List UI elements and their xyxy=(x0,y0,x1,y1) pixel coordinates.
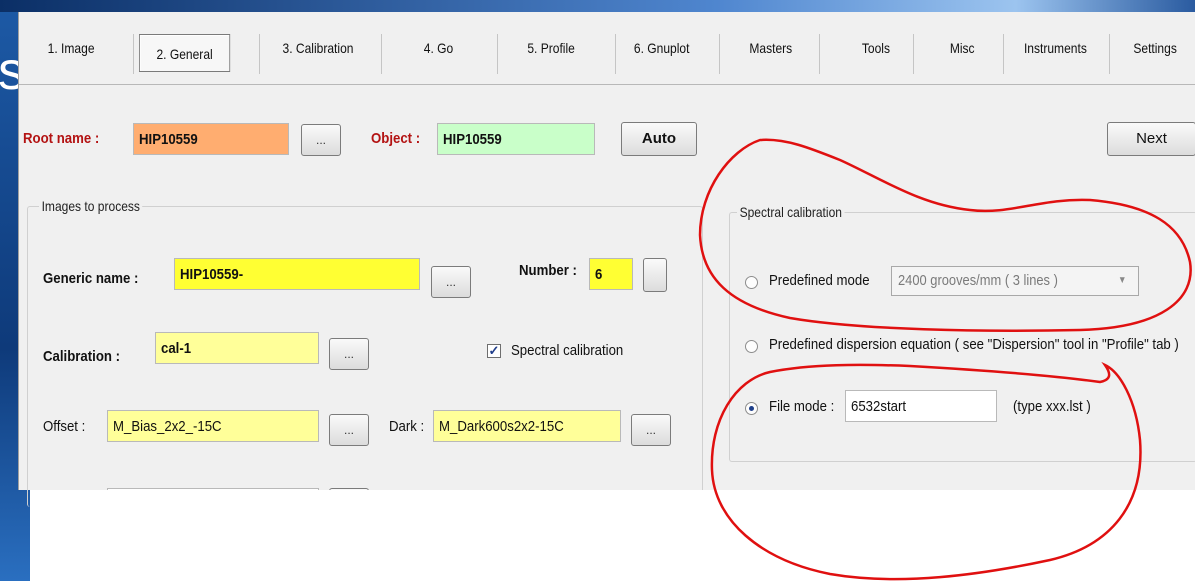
slide-white-area xyxy=(30,490,1195,581)
file-mode-hint: (type xxx.lst ) xyxy=(1013,398,1091,415)
tab-bar-divider xyxy=(19,84,1195,85)
root-name-label: Root name : xyxy=(23,130,100,147)
predefined-dispersion-radio[interactable] xyxy=(745,340,758,353)
offset-browse-button[interactable]: ... xyxy=(329,414,369,446)
tab-instruments[interactable]: Instruments xyxy=(1021,32,1090,64)
file-mode-radio[interactable] xyxy=(745,402,758,415)
root-name-browse-button[interactable]: ... xyxy=(301,124,341,156)
calibration-field[interactable]: cal-1 xyxy=(155,332,319,364)
calibration-browse-button[interactable]: ... xyxy=(329,338,369,370)
window-top-strip xyxy=(0,0,1195,12)
tab-settings[interactable]: Settings xyxy=(1125,32,1185,64)
number-field[interactable]: 6 xyxy=(589,258,633,290)
tab-separator xyxy=(719,34,720,74)
tab-separator xyxy=(819,34,820,74)
file-mode-label: File mode : xyxy=(769,398,835,415)
predefined-mode-radio[interactable] xyxy=(745,276,758,289)
tab-image[interactable]: 1. Image xyxy=(41,32,101,64)
tab-masters[interactable]: Masters xyxy=(745,32,797,64)
predefined-dispersion-label: Predefined dispersion equation ( see "Di… xyxy=(769,336,1179,353)
generic-name-browse-button[interactable]: ... xyxy=(431,266,471,298)
number-label: Number : xyxy=(519,262,577,279)
tab-bar: 1. Image 2. General 3. Calibration 4. Go… xyxy=(19,12,1195,84)
root-name-field[interactable]: HIP10559 xyxy=(133,123,289,155)
grooves-select[interactable]: 2400 grooves/mm ( 3 lines ) ▼ xyxy=(891,266,1139,296)
next-button[interactable]: Next xyxy=(1107,122,1195,156)
object-field[interactable]: HIP10559 xyxy=(437,123,595,155)
images-to-process-title: Images to process xyxy=(39,198,143,214)
spectral-calibration-checkbox[interactable]: ✓ xyxy=(487,344,501,358)
tab-separator xyxy=(913,34,914,74)
spectral-calibration-group-title: Spectral calibration xyxy=(737,204,845,220)
tab-misc[interactable]: Misc xyxy=(945,32,979,64)
tab-separator xyxy=(1003,34,1004,74)
generic-name-field[interactable]: HIP10559- xyxy=(174,258,420,290)
generic-name-label: Generic name : xyxy=(43,270,139,287)
spectral-calibration-checkbox-label: Spectral calibration xyxy=(511,342,624,359)
tab-separator xyxy=(133,34,134,74)
dark-browse-button[interactable]: ... xyxy=(631,414,671,446)
tab-separator xyxy=(615,34,616,74)
tab-calibration[interactable]: 3. Calibration xyxy=(275,32,361,64)
tab-separator xyxy=(497,34,498,74)
tab-go[interactable]: 4. Go xyxy=(417,32,460,64)
offset-label: Offset : xyxy=(43,418,86,435)
offset-field[interactable]: M_Bias_2x2_-15C xyxy=(107,410,319,442)
predefined-mode-label: Predefined mode xyxy=(769,272,870,289)
dark-label: Dark : xyxy=(389,418,425,435)
number-spin-button[interactable] xyxy=(643,258,667,292)
application-window: 1. Image 2. General 3. Calibration 4. Go… xyxy=(18,12,1195,507)
tab-tools[interactable]: Tools xyxy=(857,32,895,64)
tab-profile[interactable]: 5. Profile xyxy=(521,32,581,64)
file-mode-field[interactable]: 6532start xyxy=(845,390,997,422)
tab-separator xyxy=(1109,34,1110,74)
tab-gnuplot[interactable]: 6. Gnuplot xyxy=(629,32,694,64)
chevron-down-icon: ▼ xyxy=(1118,275,1127,286)
calibration-label: Calibration : xyxy=(43,348,121,365)
tab-separator xyxy=(381,34,382,74)
dark-field[interactable]: M_Dark600s2x2-15C xyxy=(433,410,621,442)
tab-separator xyxy=(259,34,260,74)
object-label: Object : xyxy=(371,130,421,147)
auto-button[interactable]: Auto xyxy=(621,122,697,156)
tab-general[interactable]: 2. General xyxy=(139,34,231,72)
